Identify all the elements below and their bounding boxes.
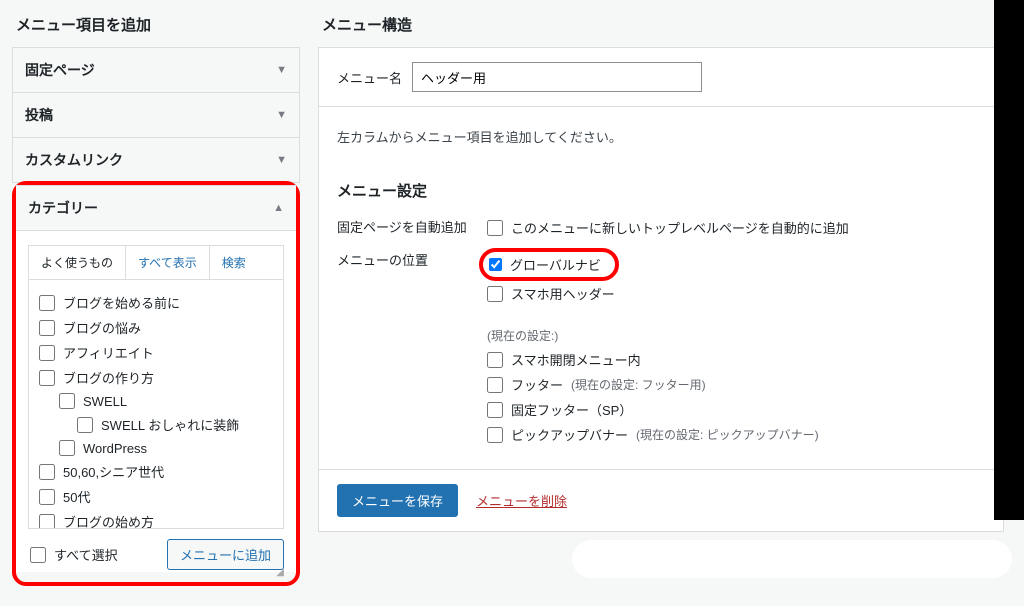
category-checkbox[interactable] bbox=[39, 514, 55, 530]
pickup-option[interactable]: ピックアップバナー (現在の設定: ピックアップバナー) bbox=[487, 422, 985, 447]
fixed-footer-checkbox[interactable] bbox=[487, 402, 503, 418]
sp-drawer-checkbox[interactable] bbox=[487, 352, 503, 368]
list-item: ブログの悩み bbox=[39, 315, 273, 340]
instruction-text: 左カラムからメニュー項目を追加してください。 bbox=[319, 107, 1003, 166]
category-list: ブログを始める前に ブログの悩み アフィリエイト ブログの作り方 SWELL S… bbox=[28, 279, 284, 529]
position-label: メニューの位置 bbox=[337, 248, 487, 269]
section-custom-links[interactable]: カスタムリンク ▼ bbox=[12, 137, 300, 183]
list-item: 50,60,シニア世代 bbox=[39, 459, 273, 484]
section-pages[interactable]: 固定ページ ▼ bbox=[12, 47, 300, 92]
auto-add-text: このメニューに新しいトップレベルページを自動的に追加 bbox=[511, 218, 849, 237]
category-label[interactable]: ブログの始め方 bbox=[63, 512, 154, 529]
sp-header-checkbox[interactable] bbox=[487, 286, 503, 302]
pickup-label: ピックアップバナー bbox=[511, 425, 628, 444]
list-item: WordPress bbox=[39, 437, 273, 459]
tab-search[interactable]: 検索 bbox=[210, 246, 258, 279]
resize-handle-icon[interactable]: ◢ bbox=[276, 567, 284, 578]
section-categories-label: カテゴリー bbox=[28, 198, 98, 218]
auto-add-checkbox[interactable] bbox=[487, 220, 503, 236]
category-checkbox[interactable] bbox=[77, 417, 93, 433]
sp-header-option[interactable]: スマホ用ヘッダー bbox=[487, 281, 985, 306]
footer-label: フッター bbox=[511, 375, 563, 394]
category-checkbox[interactable] bbox=[59, 440, 75, 456]
footer-checkbox[interactable] bbox=[487, 377, 503, 393]
global-nav-label: グローバルナビ bbox=[510, 255, 601, 274]
section-categories-highlight: カテゴリー ▲ よく使うもの すべて表示 検索 ブログを始める前に ブログの悩み… bbox=[12, 181, 300, 586]
settings-title: メニュー設定 bbox=[337, 166, 985, 211]
category-checkbox[interactable] bbox=[39, 295, 55, 311]
category-checkbox[interactable] bbox=[39, 464, 55, 480]
section-posts[interactable]: 投稿 ▼ bbox=[12, 92, 300, 137]
category-label[interactable]: ブログを始める前に bbox=[63, 293, 180, 312]
tab-all[interactable]: すべて表示 bbox=[126, 246, 210, 279]
category-label[interactable]: WordPress bbox=[83, 441, 147, 456]
category-label[interactable]: ブログの作り方 bbox=[63, 368, 154, 387]
structure-title: メニュー構造 bbox=[318, 0, 1004, 47]
list-item: ブログの作り方 bbox=[39, 365, 273, 390]
list-item: SWELL bbox=[39, 390, 273, 412]
pickup-checkbox[interactable] bbox=[487, 427, 503, 443]
global-nav-highlight: グローバルナビ bbox=[479, 248, 619, 281]
chevron-down-icon: ▼ bbox=[276, 109, 287, 121]
menu-name-label: メニュー名 bbox=[337, 68, 402, 87]
pickup-note: (現在の設定: ピックアップバナー) bbox=[636, 426, 819, 443]
category-label[interactable]: 50代 bbox=[63, 487, 90, 506]
tab-frequent[interactable]: よく使うもの bbox=[29, 246, 126, 279]
current-setting-note: (現在の設定:) bbox=[487, 327, 558, 344]
list-item: ブログを始める前に bbox=[39, 290, 273, 315]
select-all[interactable]: すべて選択 bbox=[30, 545, 118, 564]
menu-structure-panel: メニュー名 左カラムからメニュー項目を追加してください。 メニュー設定 固定ペー… bbox=[318, 47, 1004, 532]
section-categories[interactable]: カテゴリー ▲ bbox=[16, 185, 296, 230]
footer-option[interactable]: フッター (現在の設定: フッター用) bbox=[487, 372, 985, 397]
footer-note: (現在の設定: フッター用) bbox=[571, 376, 706, 393]
add-items-title: メニュー項目を追加 bbox=[12, 0, 300, 47]
category-checkbox[interactable] bbox=[59, 393, 75, 409]
section-posts-label: 投稿 bbox=[25, 105, 53, 125]
section-pages-label: 固定ページ bbox=[25, 60, 95, 80]
fixed-footer-label: 固定フッター（SP） bbox=[511, 400, 632, 419]
save-menu-button[interactable]: メニューを保存 bbox=[337, 484, 458, 517]
black-overlay bbox=[994, 0, 1024, 520]
auto-add-label: 固定ページを自動追加 bbox=[337, 215, 487, 236]
fixed-footer-option[interactable]: 固定フッター（SP） bbox=[487, 397, 985, 422]
sp-drawer-label: スマホ開閉メニュー内 bbox=[511, 350, 641, 369]
chevron-down-icon: ▼ bbox=[276, 64, 287, 76]
menu-name-input[interactable] bbox=[412, 62, 702, 92]
list-item: アフィリエイト bbox=[39, 340, 273, 365]
select-all-label: すべて選択 bbox=[54, 545, 118, 564]
list-item: ブログの始め方 bbox=[39, 509, 273, 529]
section-custom-label: カスタムリンク bbox=[25, 150, 123, 170]
category-label[interactable]: ブログの悩み bbox=[63, 318, 141, 337]
category-checkbox[interactable] bbox=[39, 489, 55, 505]
category-checkbox[interactable] bbox=[39, 345, 55, 361]
add-to-menu-button[interactable]: メニューに追加 bbox=[167, 539, 284, 570]
category-checkbox[interactable] bbox=[39, 370, 55, 386]
category-label[interactable]: SWELL bbox=[83, 394, 127, 409]
white-overlay bbox=[572, 540, 1012, 578]
sp-drawer-option[interactable]: スマホ開閉メニュー内 bbox=[487, 347, 985, 372]
delete-menu-link[interactable]: メニューを削除 bbox=[476, 491, 567, 510]
list-item: SWELL おしゃれに装飾 bbox=[39, 412, 273, 437]
auto-add-option[interactable]: このメニューに新しいトップレベルページを自動的に追加 bbox=[487, 215, 985, 240]
chevron-up-icon: ▲ bbox=[273, 202, 284, 214]
category-tabs: よく使うもの すべて表示 検索 bbox=[28, 245, 284, 279]
list-item: 50代 bbox=[39, 484, 273, 509]
sp-header-label: スマホ用ヘッダー bbox=[511, 284, 615, 303]
category-label[interactable]: アフィリエイト bbox=[63, 343, 154, 362]
global-nav-checkbox[interactable] bbox=[489, 258, 502, 271]
select-all-checkbox[interactable] bbox=[30, 547, 46, 563]
category-checkbox[interactable] bbox=[39, 320, 55, 336]
chevron-down-icon: ▼ bbox=[276, 154, 287, 166]
category-label[interactable]: SWELL おしゃれに装飾 bbox=[101, 415, 239, 434]
category-label[interactable]: 50,60,シニア世代 bbox=[63, 462, 164, 481]
